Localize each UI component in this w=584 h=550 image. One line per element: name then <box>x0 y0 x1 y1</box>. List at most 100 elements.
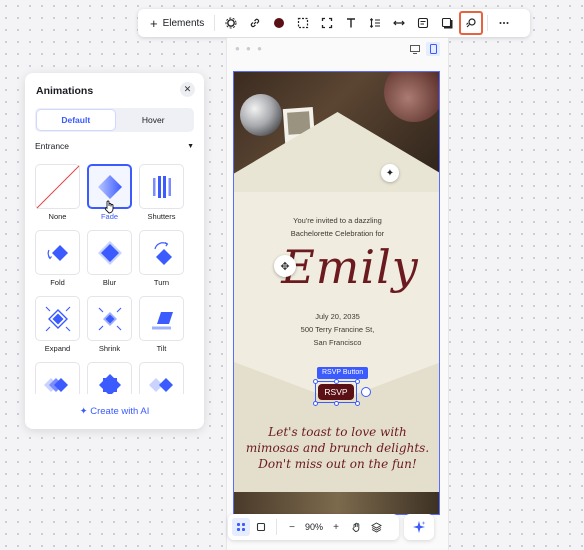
trigger-tabs: Default Hover <box>35 108 194 132</box>
animation-tile-shrink[interactable]: Shrink <box>87 296 132 354</box>
event-address-1: 500 Terry Francine St, <box>300 325 375 334</box>
animation-tile-fly-in[interactable] <box>139 362 184 394</box>
animation-tile-spin[interactable] <box>87 362 132 394</box>
line-spacing-icon[interactable] <box>364 12 386 34</box>
resize-handle[interactable] <box>355 401 360 406</box>
shadow-icon[interactable] <box>436 12 458 34</box>
invite-intro[interactable]: You're invited to a dazzling Bachelorett… <box>234 214 439 240</box>
slide-icon <box>35 362 80 394</box>
crop-icon[interactable] <box>316 12 338 34</box>
text-icon[interactable] <box>340 12 362 34</box>
tile-label: Shrink <box>98 344 121 353</box>
animation-tile-blur[interactable]: Blur <box>87 230 132 288</box>
animation-tile-expand[interactable]: Expand <box>35 296 80 354</box>
frame-view-icon[interactable] <box>252 518 270 536</box>
close-icon[interactable]: ✕ <box>180 82 195 97</box>
expand-icon <box>35 296 80 341</box>
sparkle-icon <box>413 521 426 533</box>
more-icon[interactable] <box>493 12 515 34</box>
resize-handle[interactable] <box>334 379 339 384</box>
hand-tool-icon[interactable] <box>347 518 365 536</box>
device-toggle <box>408 42 440 56</box>
ai-sparkle-button[interactable]: ✦ <box>381 164 399 182</box>
tile-label: Blur <box>102 278 117 287</box>
top-toolbar: + Elements <box>138 9 530 37</box>
rsvp-selection-tag: RSVP Button <box>317 367 369 379</box>
tile-label: Tilt <box>156 344 167 353</box>
animation-icon[interactable] <box>459 11 484 35</box>
zoom-in-button[interactable]: + <box>327 518 345 536</box>
resize-handle[interactable] <box>313 379 318 384</box>
dashed-select-icon[interactable] <box>292 12 314 34</box>
party-photo-bottom <box>234 492 439 514</box>
create-with-ai-button[interactable]: ✦ Create with AI <box>25 406 204 417</box>
toast-line-1: Let's toast to love with <box>268 425 407 439</box>
bottom-toolbar: − 90% + <box>228 514 399 540</box>
animation-tile-none[interactable]: None <box>35 164 80 222</box>
settings-icon[interactable] <box>220 12 242 34</box>
rotate-handle-icon[interactable] <box>361 387 371 397</box>
animation-tile-tilt[interactable]: Tilt <box>139 296 184 354</box>
zoom-level[interactable]: 90% <box>303 522 325 532</box>
event-address-2: San Francisco <box>313 338 362 347</box>
color-swatch-button[interactable] <box>268 12 290 34</box>
tab-default[interactable]: Default <box>37 110 115 130</box>
color-swatch <box>274 18 285 28</box>
tab-hover[interactable]: Hover <box>115 110 193 130</box>
toast-message[interactable]: Let's toast to love with mimosas and bru… <box>234 424 439 472</box>
spin-icon <box>87 362 132 394</box>
fly-in-icon <box>139 362 184 394</box>
mobile-view-icon[interactable] <box>426 42 440 56</box>
tile-label: Expand <box>44 344 71 353</box>
none-icon <box>35 164 80 209</box>
frame-dots: ● ● ● <box>235 44 264 53</box>
caret-down-icon: ▼ <box>187 142 194 150</box>
shutters-icon <box>139 164 184 209</box>
toast-line-3: Don't miss out on the fun! <box>258 457 417 471</box>
toolbar-divider <box>276 519 277 535</box>
event-date: July 20, 2035 <box>315 312 360 321</box>
turn-icon <box>139 230 184 275</box>
toolbar-divider <box>487 15 489 31</box>
add-elements-button[interactable]: + Elements <box>144 12 210 34</box>
tilt-icon <box>139 296 184 341</box>
wine-glass-image <box>384 72 439 122</box>
notes-icon[interactable] <box>412 12 434 34</box>
ai-assistant-button[interactable] <box>404 514 434 540</box>
invite-line-1: You're invited to a dazzling <box>293 216 382 225</box>
link-icon[interactable] <box>244 12 266 34</box>
stretch-icon[interactable] <box>388 12 410 34</box>
layers-icon[interactable] <box>367 518 385 536</box>
tile-label: Turn <box>153 278 170 287</box>
invitation-page[interactable]: ✦ You're invited to a dazzling Bachelore… <box>233 71 440 515</box>
create-ai-label: Create with AI <box>90 406 150 417</box>
section-title: Entrance <box>35 141 70 151</box>
sparkle-icon: ✦ <box>79 406 91 417</box>
disco-ball-image <box>240 94 282 136</box>
add-elements-label: Elements <box>162 17 205 29</box>
animation-tile-turn[interactable]: Turn <box>139 230 184 288</box>
rsvp-button[interactable]: RSVP <box>318 384 354 400</box>
zoom-out-button[interactable]: − <box>283 518 301 536</box>
tile-label: Shutters <box>147 212 176 221</box>
resize-handle[interactable] <box>334 401 339 406</box>
drag-handle-icon[interactable]: ✥ <box>274 255 296 277</box>
toolbar-divider <box>214 15 216 31</box>
toast-line-2: mimosas and brunch delights. <box>245 441 430 455</box>
resize-handle[interactable] <box>313 401 318 406</box>
animation-tile-slide[interactable] <box>35 362 80 394</box>
resize-handle[interactable] <box>355 379 360 384</box>
animation-grid: None Fade Shutters Fold Blur Turn Expand… <box>35 164 194 394</box>
entrance-section-toggle[interactable]: Entrance ▼ <box>35 141 194 151</box>
grid-view-icon[interactable] <box>232 518 250 536</box>
animation-tile-fold[interactable]: Fold <box>35 230 80 288</box>
desktop-view-icon[interactable] <box>408 42 422 56</box>
blur-icon <box>87 230 132 275</box>
tile-label: None <box>48 212 67 221</box>
animations-panel: Animations ✕ Default Hover Entrance ▼ No… <box>25 73 204 429</box>
animation-tile-shutters[interactable]: Shutters <box>139 164 184 222</box>
tile-label: Fold <box>50 278 65 287</box>
event-details[interactable]: July 20, 2035 500 Terry Francine St, San… <box>234 310 439 349</box>
hand-cursor-icon <box>104 200 116 219</box>
fold-icon <box>35 230 80 275</box>
